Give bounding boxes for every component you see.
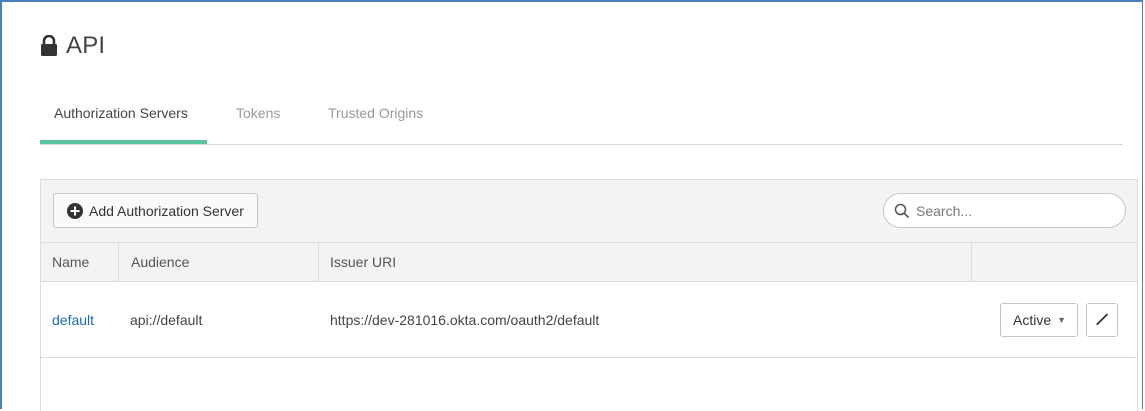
plus-circle-icon <box>67 202 83 219</box>
column-header-issuer-uri[interactable]: Issuer URI <box>319 243 972 281</box>
pencil-icon <box>1095 312 1109 329</box>
column-header-name[interactable]: Name <box>41 243 119 281</box>
edit-button[interactable] <box>1086 303 1118 337</box>
add-authorization-server-button[interactable]: Add Authorization Server <box>53 193 258 228</box>
tab-trusted-origins[interactable]: Trusted Origins <box>328 100 448 138</box>
tab-tokens[interactable]: Tokens <box>236 100 298 138</box>
search-box[interactable] <box>883 193 1126 228</box>
cell-name: default <box>41 312 119 328</box>
status-dropdown[interactable]: Active ▼ <box>1000 303 1078 337</box>
toolbar: Add Authorization Server <box>41 180 1137 243</box>
authorization-servers-panel: Add Authorization Server Name Audience I… <box>40 179 1138 411</box>
cell-issuer-uri: https://dev-281016.okta.com/oauth2/defau… <box>330 311 600 328</box>
cell-audience: api://default <box>130 311 203 328</box>
search-icon <box>894 203 910 219</box>
tab-bar: Authorization Servers Tokens Trusted Ori… <box>40 100 1123 145</box>
caret-down-icon: ▼ <box>1057 315 1067 325</box>
column-header-audience[interactable]: Audience <box>119 243 319 281</box>
page-title-text: API <box>66 32 106 59</box>
page-title: API <box>40 32 105 60</box>
search-input[interactable] <box>914 201 1108 220</box>
tab-authorization-servers[interactable]: Authorization Servers <box>40 100 207 144</box>
status-dropdown-value: Active <box>1013 312 1052 328</box>
lock-icon <box>40 34 58 57</box>
add-button-label: Add Authorization Server <box>89 202 244 219</box>
server-name-link[interactable]: default <box>52 312 94 328</box>
column-header-actions <box>972 243 1137 281</box>
table-header: Name Audience Issuer URI <box>41 243 1137 282</box>
table-row: default api://default https://dev-281016… <box>41 282 1137 358</box>
